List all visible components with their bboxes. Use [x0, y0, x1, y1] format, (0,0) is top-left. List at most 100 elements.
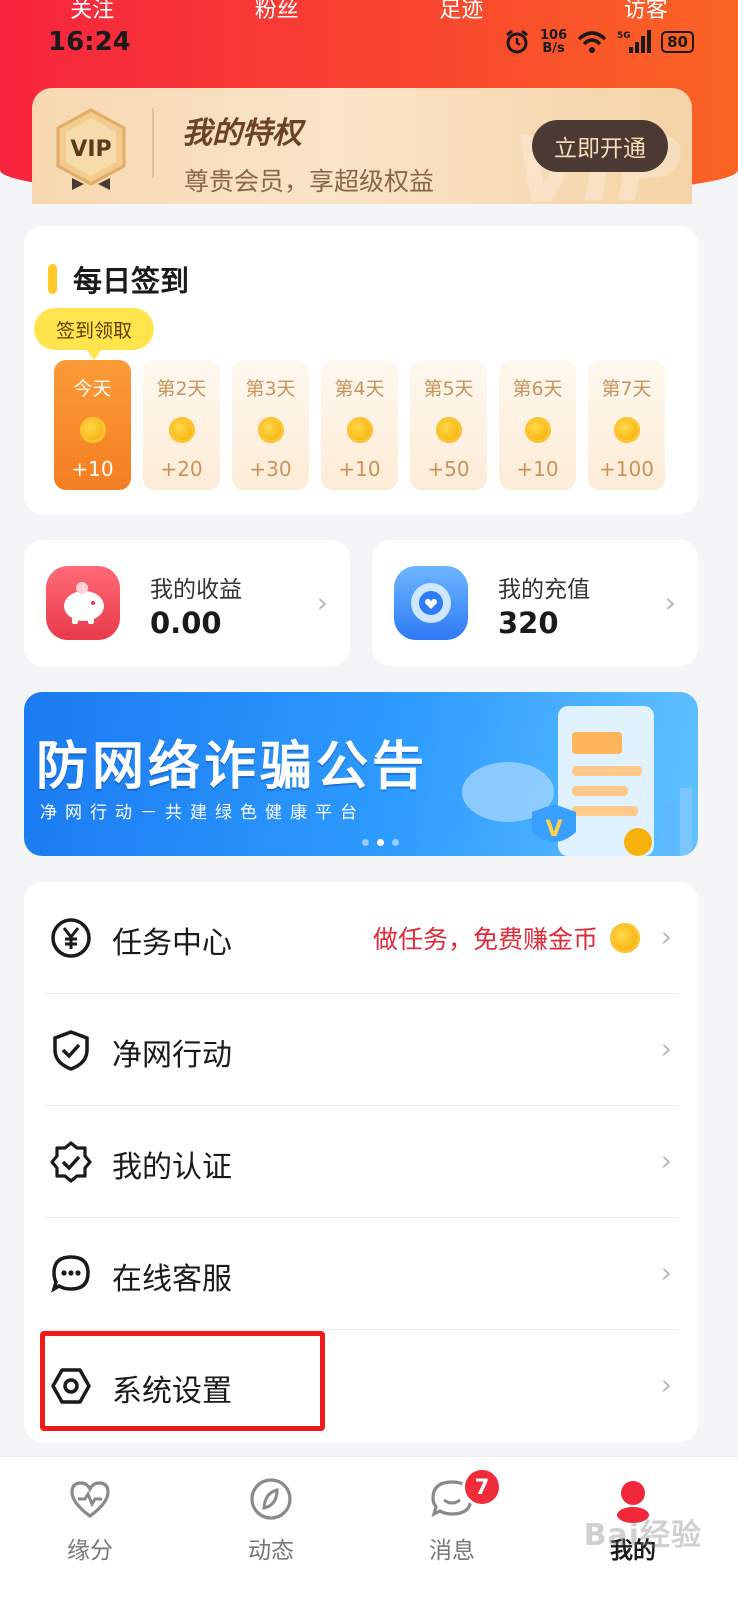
status-bar: 16:24 106 B/s 5G 80 — [48, 22, 694, 62]
checkin-day-4[interactable]: 第4天 +10 — [321, 360, 398, 490]
recharge-icon — [394, 566, 468, 640]
tab-messages[interactable]: 7 消息 — [392, 1467, 512, 1565]
menu-item-verification[interactable]: 我的认证 › — [24, 1106, 698, 1218]
tab-label: 缘分 — [67, 1538, 113, 1564]
day-label: 第4天 — [334, 378, 385, 400]
chevron-right-icon: › — [664, 586, 676, 619]
stat-fans[interactable]: 粉丝 — [217, 0, 337, 23]
carousel-dot[interactable] — [362, 839, 369, 846]
shield-icon — [53, 1030, 89, 1071]
menu-item-label: 净网行动 — [112, 1038, 232, 1073]
menu-item-label: 我的认证 — [112, 1150, 232, 1185]
task-promo-text: 做任务，免费赚金币 — [372, 925, 598, 954]
checkin-day-7[interactable]: 第7天 +100 — [588, 360, 665, 490]
my-earnings-card[interactable]: 我的收益 0.00 › — [24, 540, 350, 666]
baidu-watermark: Bai经验 — [583, 1518, 702, 1553]
day-amount: +50 — [427, 457, 470, 481]
chat-icon — [51, 1255, 90, 1293]
wifi-icon — [577, 31, 607, 53]
chevron-right-icon: › — [660, 1256, 672, 1289]
coin-icon — [610, 923, 640, 953]
vip-card[interactable]: VIP VIP 我的特权 尊贵会员，享超级权益 立即开通 — [32, 88, 692, 204]
tab-moments[interactable]: 动态 — [211, 1475, 331, 1565]
alarm-icon — [506, 29, 528, 54]
task-promo: 做任务，免费赚金币 — [373, 920, 640, 956]
recharge-label: 我的充值 — [498, 577, 590, 603]
chevron-right-icon: › — [660, 1368, 672, 1401]
my-recharge-card[interactable]: 我的充值 320 › — [372, 540, 698, 666]
carousel-dot[interactable] — [392, 839, 399, 846]
checkin-day-2[interactable]: 第2天 +20 — [143, 360, 220, 490]
checkin-title-text: 每日签到 — [73, 264, 190, 298]
day-label: 第5天 — [423, 378, 474, 400]
signal-icon: 5G — [617, 30, 652, 53]
day-amount: +20 — [160, 457, 203, 481]
title-accent-bar — [48, 264, 57, 294]
checkin-tip[interactable]: 签到领取 — [34, 308, 154, 360]
stat-visitors[interactable]: 访客 — [586, 0, 706, 23]
vip-open-button[interactable]: 立即开通 — [532, 120, 668, 172]
day-amount: +100 — [599, 457, 654, 481]
checkin-day-6[interactable]: 第6天 +10 — [499, 360, 576, 490]
menu-item-task-center[interactable]: 任务中心 做任务，免费赚金币 › — [24, 882, 698, 994]
checkin-day-1[interactable]: 今天 +10 — [54, 360, 131, 490]
day-label: 第2天 — [156, 378, 207, 400]
verified-icon — [50, 1141, 92, 1183]
network-speed-unit: B/s — [542, 41, 565, 56]
day-amount: +10 — [71, 457, 114, 481]
stat-footprints[interactable]: 足迹 — [401, 0, 521, 23]
vip-badge-label: VIP — [70, 137, 111, 162]
coin-icon — [257, 417, 284, 443]
tab-fate[interactable]: 缘分 — [30, 1475, 150, 1565]
checkin-day-5[interactable]: 第5天 +50 — [410, 360, 487, 490]
day-label: 第7天 — [601, 378, 652, 400]
status-time: 16:24 — [48, 27, 131, 57]
coin-icon — [79, 417, 106, 443]
message-badge: 7 — [462, 1467, 502, 1507]
chevron-right-icon: › — [660, 920, 672, 953]
day-amount: +10 — [516, 457, 559, 481]
day-label: 第3天 — [245, 378, 296, 400]
coin-icon — [168, 417, 195, 443]
banner-title: 防网络诈骗公告 — [36, 737, 429, 797]
menu-item-clean-net[interactable]: 净网行动 › — [24, 994, 698, 1106]
checkin-title: 每日签到 — [48, 258, 189, 300]
carousel-dots — [362, 839, 399, 846]
anti-fraud-banner[interactable]: 防网络诈骗公告 净网行动－共建绿色健康平台 V — [24, 692, 698, 856]
day-label: 第6天 — [512, 378, 563, 400]
status-icons: 106 B/s 5G 80 — [504, 29, 694, 55]
earnings-value: 0.00 — [150, 606, 222, 640]
carousel-dot-active[interactable] — [377, 839, 384, 846]
svg-text:V: V — [545, 817, 562, 842]
compass-icon — [250, 1478, 292, 1520]
coin-icon — [524, 417, 551, 443]
checkin-day-3[interactable]: 第3天 +30 — [232, 360, 309, 490]
tab-label: 动态 — [248, 1538, 294, 1564]
stat-following[interactable]: 关注 — [32, 0, 152, 23]
recharge-value: 320 — [498, 606, 559, 640]
banner-subtitle: 净网行动－共建绿色健康平台 — [40, 803, 365, 823]
checkin-days: 今天 +10 第2天 +20 第3天 +30 第4天 +10 第5天 +50 第… — [54, 360, 665, 490]
chevron-right-icon: › — [660, 1032, 672, 1065]
coin-icon — [435, 417, 462, 443]
profile-stats-row: 关注 粉丝 足迹 访客 — [0, 0, 738, 23]
menu-item-label: 任务中心 — [112, 926, 232, 961]
coin-icon — [613, 417, 640, 443]
piggy-bank-icon — [46, 566, 120, 640]
svg-text:5G: 5G — [617, 31, 631, 41]
menu-item-label: 在线客服 — [112, 1262, 232, 1297]
vip-subtitle: 尊贵会员，享超级权益 — [184, 167, 435, 196]
yen-icon — [51, 918, 91, 958]
network-speed: 106 B/s — [540, 29, 567, 55]
chevron-right-icon: › — [316, 586, 328, 619]
vip-badge-icon: VIP — [56, 108, 126, 190]
menu-item-customer-service[interactable]: 在线客服 › — [24, 1218, 698, 1330]
banner-illustration: V — [462, 706, 692, 856]
vip-title: 我的特权 — [182, 116, 302, 151]
daily-checkin-card: 每日签到 签到领取 今天 +10 第2天 +20 第3天 +30 第4天 +10… — [24, 226, 698, 514]
earnings-label: 我的收益 — [150, 577, 242, 603]
day-amount: +30 — [249, 457, 292, 481]
coin-icon — [346, 417, 373, 443]
tab-label: 消息 — [429, 1538, 475, 1564]
heart-icon — [70, 1481, 110, 1518]
